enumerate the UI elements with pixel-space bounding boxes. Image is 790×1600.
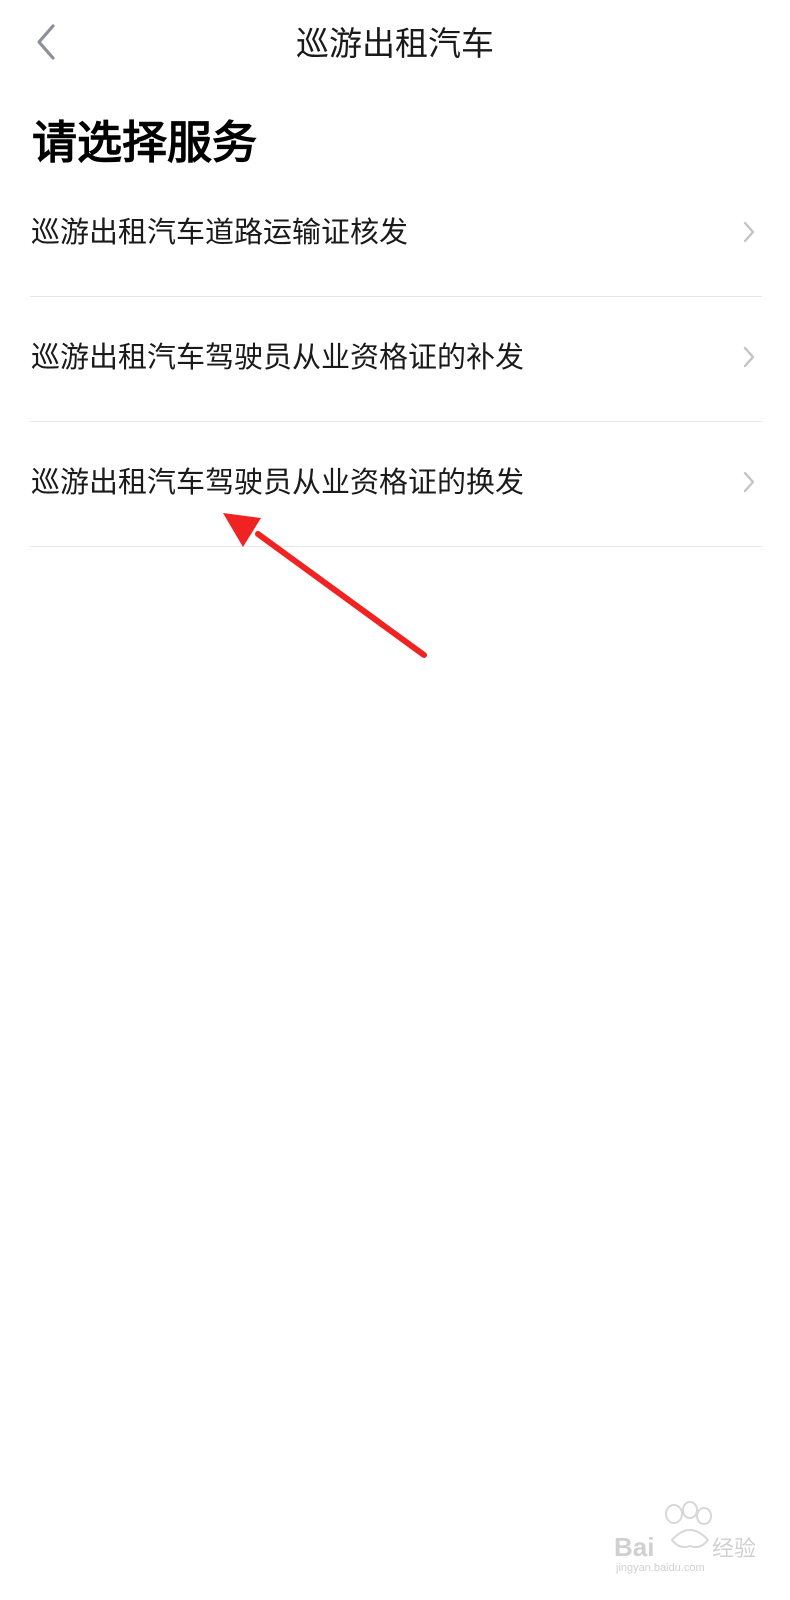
- section-title: 请选择服务: [32, 116, 258, 169]
- page-title: 巡游出租汽车: [296, 24, 494, 63]
- watermark-logo: Bai 经验 jingyan.baidu.com: [614, 1501, 756, 1574]
- service-item-label: 巡游出租汽车驾驶员从业资格证的换发: [31, 465, 525, 499]
- svg-text:Bai: Bai: [614, 1532, 654, 1562]
- service-list: 巡游出租汽车道路运输证核发 巡游出租汽车驾驶员从业资格证的补发 巡游出租汽车驾驶…: [30, 172, 762, 547]
- service-item-license-reissue[interactable]: 巡游出租汽车驾驶员从业资格证的补发: [30, 297, 762, 422]
- nav-bar: 巡游出租汽车: [0, 0, 790, 90]
- chevron-right-icon: [743, 346, 755, 368]
- service-item-label: 巡游出租汽车驾驶员从业资格证的补发: [31, 340, 525, 374]
- svg-text:经验: 经验: [712, 1536, 756, 1561]
- service-item-label: 巡游出租汽车道路运输证核发: [31, 215, 409, 249]
- svg-text:jingyan.baidu.com: jingyan.baidu.com: [615, 1562, 705, 1574]
- chevron-right-icon: [743, 221, 755, 243]
- service-item-road-transport-permit[interactable]: 巡游出租汽车道路运输证核发: [30, 172, 762, 297]
- service-item-license-renewal[interactable]: 巡游出租汽车驾驶员从业资格证的换发: [30, 422, 762, 547]
- chevron-right-icon: [743, 471, 755, 493]
